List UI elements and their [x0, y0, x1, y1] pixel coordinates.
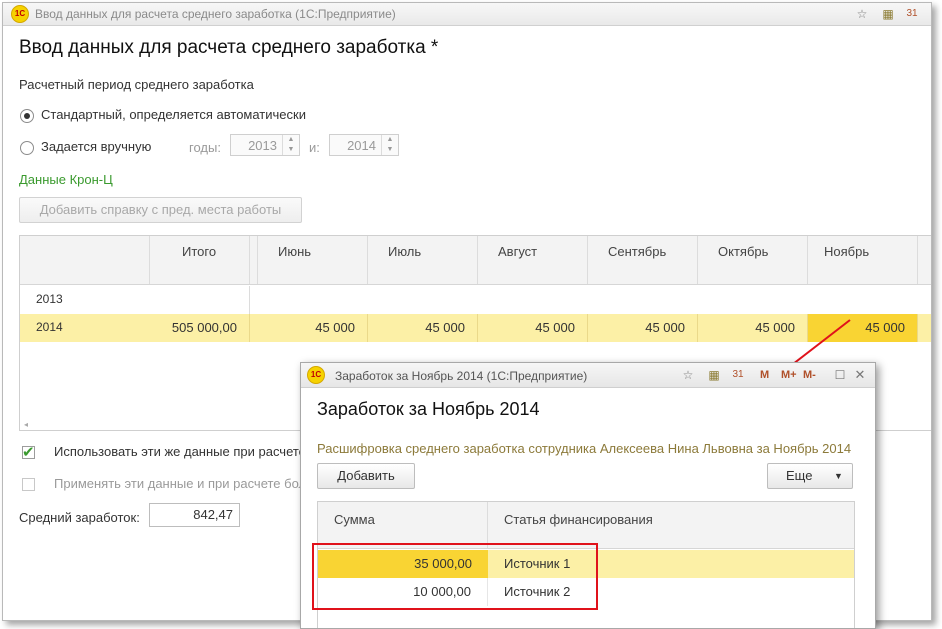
grid-header-sep — [250, 236, 258, 284]
popup-grid-header: Сумма Статья финансирования — [318, 502, 854, 549]
grid-header-total: Итого — [150, 236, 250, 284]
col-source: Статья финансирования — [504, 512, 653, 527]
and-label: и: — [309, 140, 320, 155]
add-reference-button[interactable]: Добавить справку с пред. места работы — [19, 197, 302, 223]
memory-m-button[interactable]: M — [760, 368, 769, 382]
period-label: Расчетный период среднего заработка — [19, 77, 254, 92]
popup-heading: Заработок за Ноябрь 2014 — [317, 399, 540, 419]
grid-header-jul: Июль — [368, 236, 478, 284]
page-title: Ввод данных для расчета среднего заработ… — [19, 37, 439, 58]
chevron-down-icon: ▼ — [834, 471, 843, 481]
annotation-highlight-box — [312, 543, 598, 610]
calendar-icon[interactable]: 31 — [905, 7, 919, 21]
grid-header-aug: Август — [478, 236, 588, 284]
grid-header-sep-month: Сентябрь — [588, 236, 698, 284]
avg-earnings-field[interactable]: 842,47 — [149, 503, 240, 527]
radio-manual-label: Задается вручную — [41, 139, 152, 154]
apply-data-label: Применять эти данные и при расчете бол — [54, 476, 307, 491]
calculator-icon[interactable]: ▦ — [707, 368, 721, 382]
radio-manual[interactable] — [20, 141, 34, 155]
year-from-field[interactable]: 2013 ▲ ▼ — [230, 134, 300, 156]
year-to-stepper-icon[interactable]: ▲ ▼ — [381, 135, 398, 155]
popup-titlebar: 1С Заработок за Ноябрь 2014 (1С:Предприя… — [301, 363, 875, 388]
radio-standard-label: Стандартный, определяется автоматически — [41, 107, 306, 122]
grid-header-year — [20, 236, 150, 284]
grid-header-jun: Июнь — [258, 236, 368, 284]
more-button-label: Еще — [786, 468, 813, 483]
1c-logo-icon: 1С — [11, 5, 29, 23]
cell-total[interactable]: 505 000,00 — [150, 314, 250, 342]
row-year: 2014 — [36, 320, 63, 334]
popup-description: Расшифровка среднего заработка сотрудник… — [317, 441, 852, 456]
grid-header-nov: Ноябрь — [808, 236, 918, 284]
use-same-data-label: Использовать эти же данные при расчете — [54, 444, 306, 459]
maximize-icon[interactable]: ☐ — [833, 368, 847, 382]
grid-header-oct: Октябрь — [698, 236, 808, 284]
cell-jun[interactable]: 45 000 — [258, 314, 368, 342]
year-to-field[interactable]: 2014 ▲ ▼ — [329, 134, 399, 156]
year-from-stepper-icon[interactable]: ▲ ▼ — [282, 135, 299, 155]
row-year-cell — [20, 286, 250, 314]
favorite-star-icon[interactable]: ☆ — [681, 368, 695, 382]
memory-minus-button[interactable]: M- — [803, 368, 816, 382]
year-to-value: 2014 — [347, 138, 376, 153]
year-from-value: 2013 — [248, 138, 277, 153]
col-amount: Сумма — [318, 502, 488, 548]
grid-header: Итого Июнь Июль Август Сентябрь Октябрь … — [20, 236, 931, 285]
1c-logo-icon: 1С — [307, 366, 325, 384]
use-same-data-checkbox[interactable] — [22, 443, 35, 461]
memory-plus-button[interactable]: M+ — [781, 368, 797, 382]
main-titlebar: 1С Ввод данных для расчета среднего зара… — [3, 3, 931, 26]
favorite-star-icon[interactable]: ☆ — [855, 7, 869, 21]
add-button[interactable]: Добавить — [317, 463, 415, 489]
apply-data-checkbox[interactable] — [22, 478, 35, 491]
cell-jul[interactable]: 45 000 — [368, 314, 478, 342]
cell-sep[interactable]: 45 000 — [588, 314, 698, 342]
close-icon[interactable]: ✕ — [853, 368, 867, 382]
calculator-icon[interactable]: ▦ — [881, 7, 895, 21]
popup-title: Заработок за Ноябрь 2014 (1С:Предприятие… — [335, 369, 588, 383]
calendar-icon[interactable]: 31 — [731, 368, 745, 382]
more-button[interactable]: Еще ▼ — [767, 463, 853, 489]
data-source-label: Данные Крон-Ц — [19, 172, 113, 187]
years-label: годы: — [189, 140, 221, 155]
window-title: Ввод данных для расчета среднего заработ… — [35, 7, 396, 21]
avg-earnings-label: Средний заработок: — [19, 510, 140, 525]
cell-aug[interactable]: 45 000 — [478, 314, 588, 342]
scroll-left-icon[interactable]: ◂ — [24, 420, 28, 429]
radio-standard[interactable] — [20, 109, 34, 123]
